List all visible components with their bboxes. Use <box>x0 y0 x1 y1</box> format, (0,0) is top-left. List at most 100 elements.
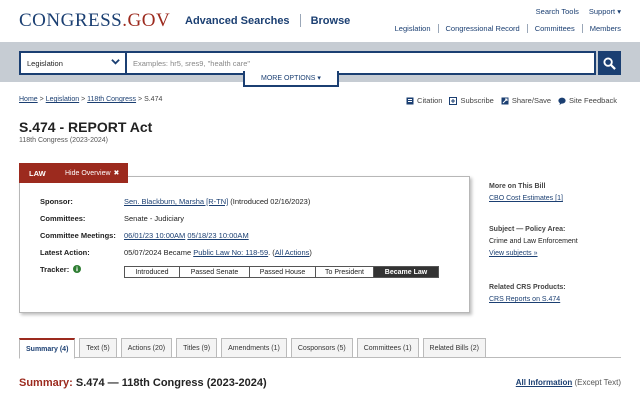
share-save-button[interactable]: Share/Save <box>501 96 551 105</box>
breadcrumb: Home > Legislation > 118th Congress > S.… <box>19 96 162 103</box>
collection-select[interactable]: Legislation <box>21 53 125 73</box>
collection-select-value: Legislation <box>27 59 63 68</box>
public-law-link[interactable]: Public Law No: 118-59 <box>193 248 268 257</box>
tracker-stage-passed-senate: Passed Senate <box>180 267 250 277</box>
latest-action-separator: . ( <box>268 248 275 257</box>
share-save-label: Share/Save <box>511 96 552 105</box>
latest-action-close: ) <box>309 248 312 257</box>
collection-nav: Legislation Congressional Record Committ… <box>395 24 621 33</box>
subnav-committees[interactable]: Committees <box>535 24 575 33</box>
subnav-congressional-record[interactable]: Congressional Record <box>446 24 520 33</box>
subnav-divider <box>437 24 439 33</box>
site-feedback-button[interactable]: Site Feedback <box>558 96 617 105</box>
committees-label: Committees: <box>40 214 86 223</box>
hide-overview-label: Hide Overview <box>65 169 111 177</box>
more-options-button[interactable]: MORE OPTIONS ▾ <box>243 71 339 87</box>
all-information-link[interactable]: All Information <box>516 378 572 387</box>
subscribe-icon <box>449 96 458 105</box>
support-menu[interactable]: Support ▾ <box>589 7 621 16</box>
citation-icon <box>406 97 414 104</box>
nav-divider <box>299 14 301 27</box>
bill-tabs: Summary (4) Text (5) Actions (20) Titles… <box>19 338 490 359</box>
search-button[interactable] <box>598 51 621 75</box>
congress-gov-logo[interactable]: CONGRESS.GOV <box>19 10 170 32</box>
congress-label: 118th Congress (2023-2024) <box>19 137 108 144</box>
tracker-label: Tracker: <box>40 265 130 274</box>
breadcrumb-separator: > <box>138 96 143 103</box>
subnav-members[interactable]: Members <box>590 24 621 33</box>
all-information-control: All Information (Except Text) <box>516 378 621 387</box>
search-icon <box>603 56 616 70</box>
search-tools-link[interactable]: Search Tools <box>536 7 579 16</box>
status-tracker: Introduced Passed Senate Passed House To… <box>124 266 439 278</box>
breadcrumb-separator: > <box>39 96 44 103</box>
tracker-stage-became-law: Became Law <box>374 267 438 277</box>
citation-label: Citation <box>417 96 443 105</box>
crs-reports-link[interactable]: CRS Reports on S.474 <box>489 296 560 303</box>
tab-committees[interactable]: Committees (1) <box>356 338 419 358</box>
breadcrumb-congress[interactable]: 118th Congress <box>87 96 136 103</box>
committee-meetings-value: 06/01/23 10:00AM 05/18/23 10:00AM <box>124 231 249 240</box>
search-input[interactable] <box>127 53 594 73</box>
view-subjects-link[interactable]: View subjects » <box>489 250 538 257</box>
bill-overview: Sponsor: Sen. Blackburn, Marsha [R-TN] (… <box>19 176 470 313</box>
tracker-stage-passed-house: Passed House <box>250 267 316 277</box>
tab-titles[interactable]: Titles (9) <box>176 338 218 358</box>
subnav-legislation[interactable]: Legislation <box>395 24 431 33</box>
hide-overview-button[interactable]: Hide Overview ✖ <box>65 169 120 178</box>
policy-area-value: Crime and Law Enforcement <box>489 238 578 245</box>
subnav-divider <box>581 24 583 33</box>
chevron-down-icon <box>111 59 120 65</box>
nav-browse[interactable]: Browse <box>311 15 351 27</box>
related-crs-heading: Related CRS Products: <box>489 284 566 291</box>
subject-heading: Subject — Policy Area: <box>489 226 566 233</box>
subscribe-label: Subscribe <box>460 96 494 105</box>
law-status-label: LAW <box>29 168 46 178</box>
breadcrumb-home[interactable]: Home <box>19 96 38 103</box>
tab-related-bills[interactable]: Related Bills (2) <box>422 338 486 358</box>
breadcrumb-separator: > <box>81 96 86 103</box>
tracker-label-text: Tracker: <box>40 265 70 274</box>
committee-meetings-label: Committee Meetings: <box>40 231 116 240</box>
site-header: CONGRESS.GOV Advanced Searches Browse Se… <box>0 0 640 42</box>
page-title: S.474 - REPORT Act <box>19 119 153 135</box>
citation-button[interactable]: Citation <box>406 96 442 105</box>
tab-text[interactable]: Text (5) <box>79 338 117 358</box>
tracker-stage-to-president: To President <box>316 267 374 277</box>
breadcrumb-legislation[interactable]: Legislation <box>46 96 79 103</box>
breadcrumb-current: S.474 <box>144 96 163 103</box>
more-on-this-bill-heading: More on This Bill <box>489 183 546 190</box>
close-icon: ✖ <box>113 170 120 177</box>
status-badge: LAW Hide Overview ✖ <box>19 163 128 183</box>
feedback-bubble-icon <box>558 97 566 105</box>
share-icon <box>501 97 509 104</box>
subscribe-button[interactable]: Subscribe <box>449 96 494 105</box>
sponsor-introduced-date: (Introduced 02/16/2023) <box>228 197 311 206</box>
tracker-stage-introduced: Introduced <box>125 267 180 277</box>
except-text-label: (Except Text) <box>572 378 621 387</box>
cbo-cost-estimates-link[interactable]: CBO Cost Estimates [1] <box>489 195 563 202</box>
committees-value: Senate - Judiciary <box>124 214 185 223</box>
logo-text-congress: CONGRESS <box>19 10 123 31</box>
summary-title: S.474 — 118th Congress (2023-2024) <box>72 377 267 389</box>
tab-amendments[interactable]: Amendments (1) <box>221 338 287 358</box>
subnav-divider <box>526 24 528 33</box>
sponsor-value: Sen. Blackburn, Marsha [R-TN] (Introduce… <box>124 197 310 206</box>
summary-prefix: Summary: <box>19 377 73 389</box>
all-actions-link[interactable]: All Actions <box>275 248 310 257</box>
tab-summary[interactable]: Summary (4) <box>19 338 76 359</box>
meeting-link[interactable]: 06/01/23 10:00AM <box>124 231 185 240</box>
logo-text-gov: GOV <box>127 10 171 31</box>
more-on-this-bill: More on This Bill CBO Cost Estimates [1] <box>489 183 614 202</box>
bill-tools: Citation Subscribe Share/Save Site Feedb… <box>399 96 617 105</box>
tab-actions[interactable]: Actions (20) <box>120 338 173 358</box>
utility-nav: Search Tools Support ▾ <box>526 7 621 16</box>
nav-advanced-searches[interactable]: Advanced Searches <box>185 15 290 27</box>
latest-action-text: 05/07/2024 Became <box>124 248 194 257</box>
sponsor-label: Sponsor: <box>40 197 73 206</box>
sponsor-link[interactable]: Sen. Blackburn, Marsha [R-TN] <box>124 197 228 206</box>
info-icon[interactable] <box>73 265 82 273</box>
meeting-link[interactable]: 05/18/23 10:00AM <box>187 231 248 240</box>
latest-action-value: 05/07/2024 Became Public Law No: 118-59.… <box>124 248 312 257</box>
tab-cosponsors[interactable]: Cosponsors (5) <box>290 338 353 358</box>
